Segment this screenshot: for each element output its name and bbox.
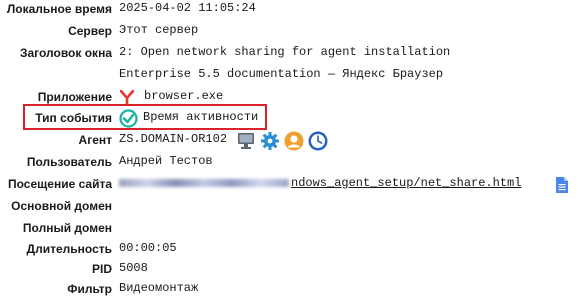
row-server: Сервер Этот сервер [0, 22, 578, 42]
clock-icon[interactable] [308, 131, 328, 151]
site-visit-link[interactable]: ndows_agent_setup/net_share.html [119, 176, 521, 190]
event-type-label: Тип события [35, 111, 112, 125]
computer-icon[interactable] [236, 131, 256, 151]
document-icon[interactable] [555, 176, 569, 194]
user-label: Пользователь [26, 155, 112, 169]
site-visit-link-text: ndows_agent_setup/net_share.html [291, 176, 522, 190]
settings-gear-icon[interactable] [260, 131, 280, 151]
pid-label: PID [91, 262, 112, 276]
full-domain-label: Полный домен [22, 221, 112, 235]
primary-domain-label: Основной домен [11, 199, 112, 213]
row-window-title: Заголовок окна 2: Open network sharing f… [0, 44, 578, 64]
server-label: Сервер [68, 24, 112, 38]
application-value: browser.exe [144, 89, 224, 103]
duration-label: Длительность [26, 242, 112, 256]
redacted-url-part [119, 178, 289, 187]
window-title-value-line1: 2: Open network sharing for agent instal… [119, 45, 451, 59]
row-site-visit: Посещение сайта ndows_agent_setup/net_sh… [0, 175, 578, 195]
row-event-type: Тип события Время активности [0, 109, 578, 129]
server-value: Этот сервер [119, 23, 199, 37]
filter-value: Видеомонтаж [119, 281, 199, 295]
filter-label: Фильтр [67, 282, 112, 296]
row-agent: Агент ZS.DOMAIN-OR102 [0, 131, 578, 151]
user-icon[interactable] [284, 131, 304, 151]
user-value: Андрей Тестов [119, 154, 213, 168]
row-user: Пользователь Андрей Тестов [0, 153, 578, 173]
row-window-title-cont: Enterprise 5.5 documentation — Яндекс Бр… [0, 66, 578, 86]
check-circle-icon [119, 109, 138, 128]
row-filter: Фильтр Видеомонтаж [0, 280, 578, 300]
pid-value: 5008 [119, 261, 148, 275]
event-type-value: Время активности [143, 110, 259, 124]
agent-value: ZS.DOMAIN-OR102 [119, 132, 228, 146]
row-pid: PID 5008 [0, 260, 578, 280]
local-time-label: Локальное время [6, 2, 112, 16]
site-visit-label: Посещение сайта [8, 177, 112, 191]
duration-value: 00:00:05 [119, 241, 177, 255]
application-label: Приложение [37, 90, 112, 104]
local-time-value: 2025-04-02 11:05:24 [119, 1, 256, 15]
row-local-time: Локальное время 2025-04-02 11:05:24 [0, 0, 578, 20]
agent-label: Агент [78, 133, 112, 147]
row-duration: Длительность 00:00:05 [0, 240, 578, 260]
window-title-label: Заголовок окна [19, 46, 112, 60]
window-title-value-line2: Enterprise 5.5 documentation — Яндекс Бр… [119, 67, 444, 81]
row-full-domain: Полный домен [0, 219, 578, 239]
row-primary-domain: Основной домен [0, 197, 578, 217]
